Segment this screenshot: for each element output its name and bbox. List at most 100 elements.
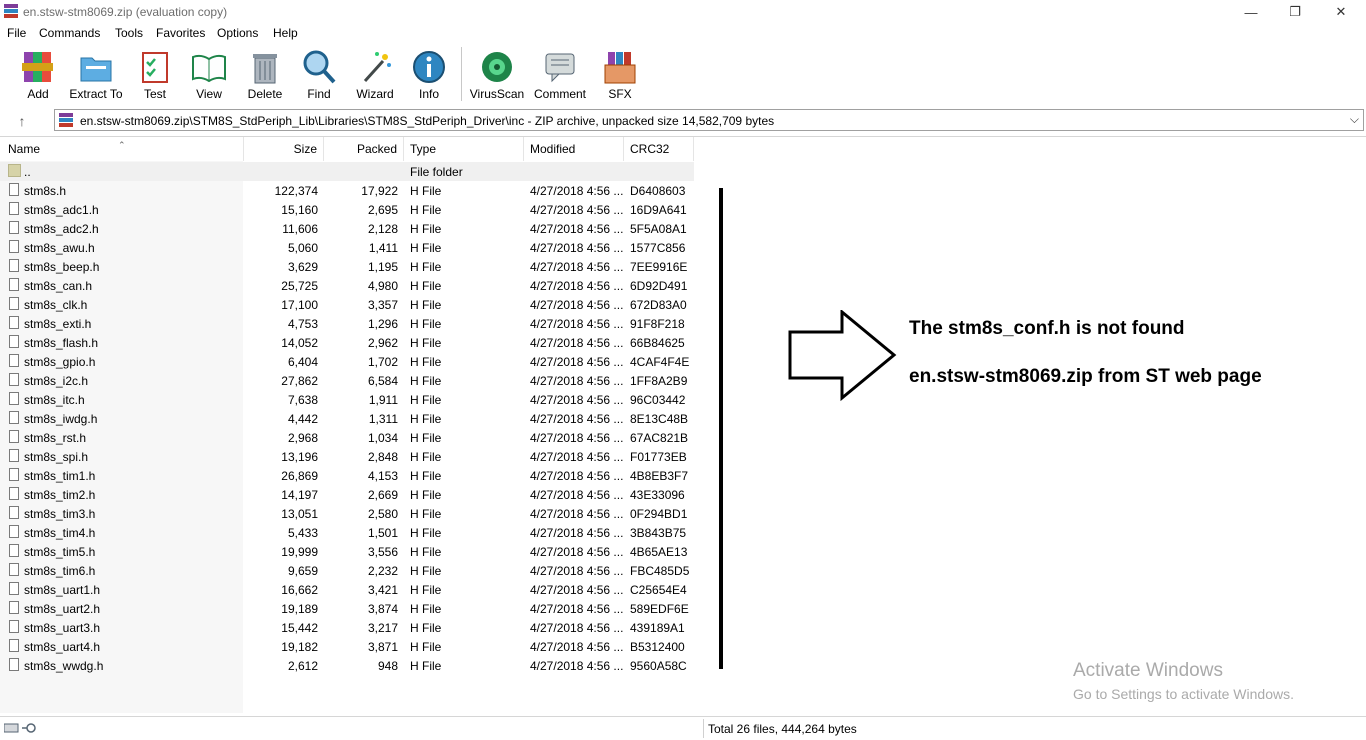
file-row[interactable]: stm8s_tim1.h 26,869 4,153 H File 4/27/2018 4…: [0, 466, 694, 485]
file-row[interactable]: stm8s_uart2.h 19,189 3,874 H File 4/27/2018 …: [0, 599, 694, 618]
file-packed: 1,411: [368, 241, 398, 255]
file-row[interactable]: stm8s_gpio.h 6,404 1,702 H File 4/27/2018 4:…: [0, 352, 694, 371]
sfx-button[interactable]: SFX: [592, 49, 648, 101]
menu-tools[interactable]: Tools: [115, 26, 143, 40]
parent-folder-row[interactable]: .. File folder: [0, 162, 694, 181]
add-archive-icon: [20, 49, 56, 85]
file-row[interactable]: stm8s_tim4.h 5,433 1,501 H File 4/27/2018 4:…: [0, 523, 694, 542]
file-row[interactable]: stm8s_tim2.h 14,197 2,669 H File 4/27/2018 4…: [0, 485, 694, 504]
file-row[interactable]: stm8s_beep.h 3,629 1,195 H File 4/27/2018 4:…: [0, 257, 694, 276]
address-field[interactable]: en.stsw-stm8069.zip\STM8S_StdPeriph_Lib\…: [54, 109, 1364, 131]
file-name: stm8s_rst.h: [24, 431, 87, 445]
file-row[interactable]: stm8s_awu.h 5,060 1,411 H File 4/27/2018 4:5…: [0, 238, 694, 257]
col-modified-header[interactable]: Modified: [524, 137, 624, 161]
file-type: H File: [410, 450, 442, 464]
extract-to-label: Extract To: [69, 87, 123, 101]
col-name-label: Name: [8, 142, 41, 156]
col-name-header[interactable]: Name ⌃: [0, 137, 244, 161]
file-row[interactable]: stm8s_iwdg.h 4,442 1,311 H File 4/27/2018 4:…: [0, 409, 694, 428]
wizard-button[interactable]: Wizard: [347, 49, 403, 101]
drive-key-icon[interactable]: [4, 722, 40, 734]
file-modified: 4/27/2018 4:56 ...: [530, 602, 624, 616]
file-name: stm8s_beep.h: [24, 260, 100, 274]
h-file-icon: [9, 316, 19, 329]
file-size: 5,433: [287, 526, 318, 540]
file-row[interactable]: stm8s_exti.h 4,753 1,296 H File 4/27/2018 4:…: [0, 314, 694, 333]
file-type: H File: [410, 431, 442, 445]
file-row[interactable]: stm8s_wwdg.h 2,612 948 H File 4/27/2018 4:56…: [0, 656, 694, 675]
add-button[interactable]: Add: [10, 49, 66, 101]
sfx-box-icon: [602, 49, 638, 85]
file-row[interactable]: stm8s.h 122,374 17,922 H File 4/27/2018 4:56…: [0, 181, 694, 200]
file-row[interactable]: stm8s_itc.h 7,638 1,911 H File 4/27/2018 4:5…: [0, 390, 694, 409]
file-row[interactable]: stm8s_spi.h 13,196 2,848 H File 4/27/2018 4:…: [0, 447, 694, 466]
delete-button[interactable]: Delete: [237, 49, 293, 101]
file-packed: 2,848: [367, 450, 398, 464]
menu-options[interactable]: Options: [217, 26, 258, 40]
file-modified: 4/27/2018 4:56 ...: [530, 488, 624, 502]
col-size-header[interactable]: Size: [244, 137, 324, 161]
file-crc32: 43E33096: [630, 488, 685, 502]
file-row[interactable]: stm8s_adc2.h 11,606 2,128 H File 4/27/2018 4…: [0, 219, 694, 238]
file-packed: 2,962: [367, 336, 398, 350]
sort-ascending-icon: ⌃: [118, 140, 126, 150]
file-row[interactable]: stm8s_uart1.h 16,662 3,421 H File 4/27/2018 …: [0, 580, 694, 599]
h-file-icon: [9, 278, 19, 291]
file-type: H File: [410, 526, 442, 540]
file-row[interactable]: stm8s_rst.h 2,968 1,034 H File 4/27/2018 4:5…: [0, 428, 694, 447]
test-label: Test: [143, 87, 166, 101]
file-row[interactable]: stm8s_flash.h 14,052 2,962 H File 4/27/2018 …: [0, 333, 694, 352]
extract-to-button[interactable]: Extract To: [68, 49, 124, 101]
virusscan-button[interactable]: VirusScan: [469, 49, 525, 101]
file-crc32: B5312400: [630, 640, 685, 654]
file-packed: 3,556: [367, 545, 398, 559]
h-file-icon: [9, 373, 19, 386]
add-label: Add: [27, 87, 49, 101]
file-row[interactable]: stm8s_uart3.h 15,442 3,217 H File 4/27/2018 …: [0, 618, 694, 637]
view-button[interactable]: View: [181, 49, 237, 101]
file-name: stm8s_uart2.h: [24, 602, 101, 616]
menu-favorites[interactable]: Favorites: [156, 26, 205, 40]
file-crc32: 66B84625: [630, 336, 685, 350]
toolbar: Add Extract To Test View Delete Find Wiz…: [0, 44, 1366, 106]
close-button[interactable]: ✕: [1318, 0, 1364, 24]
menu-commands[interactable]: Commands: [39, 26, 100, 40]
up-arrow-icon[interactable]: ↑: [13, 112, 31, 130]
file-row[interactable]: stm8s_uart4.h 19,182 3,871 H File 4/27/2018 …: [0, 637, 694, 656]
file-name: stm8s_itc.h: [24, 393, 85, 407]
file-name: stm8s_iwdg.h: [24, 412, 98, 426]
delete-label: Delete: [247, 87, 283, 101]
file-size: 5,060: [287, 241, 318, 255]
menu-help[interactable]: Help: [273, 26, 298, 40]
file-row[interactable]: stm8s_i2c.h 27,862 6,584 H File 4/27/2018 4:…: [0, 371, 694, 390]
file-modified: 4/27/2018 4:56 ...: [530, 222, 624, 236]
file-row[interactable]: stm8s_clk.h 17,100 3,357 H File 4/27/2018 4:…: [0, 295, 694, 314]
window-title: en.stsw-stm8069.zip (evaluation copy): [23, 5, 228, 19]
file-name: stm8s_uart3.h: [24, 621, 101, 635]
file-row[interactable]: stm8s_tim5.h 19,999 3,556 H File 4/27/2018 4…: [0, 542, 694, 561]
menu-file[interactable]: File: [7, 26, 26, 40]
file-row[interactable]: stm8s_tim3.h 13,051 2,580 H File 4/27/2018 4…: [0, 504, 694, 523]
comment-button[interactable]: Comment: [532, 49, 588, 101]
col-packed-header[interactable]: Packed: [324, 137, 404, 161]
info-button[interactable]: Info: [401, 49, 457, 101]
minimize-button[interactable]: —: [1228, 0, 1274, 24]
file-modified: 4/27/2018 4:56 ...: [530, 336, 624, 350]
restore-button[interactable]: ❐: [1272, 0, 1318, 24]
file-name: stm8s_spi.h: [24, 450, 89, 464]
comment-label: Comment: [533, 87, 586, 101]
file-type: H File: [410, 222, 442, 236]
file-size: 6,404: [287, 355, 318, 369]
file-row[interactable]: stm8s_tim6.h 9,659 2,232 H File 4/27/2018 4:…: [0, 561, 694, 580]
test-button[interactable]: Test: [127, 49, 183, 101]
file-row[interactable]: stm8s_adc1.h 15,160 2,695 H File 4/27/2018 4…: [0, 200, 694, 219]
col-crc32-header[interactable]: CRC32: [624, 137, 694, 161]
winrar-app-icon[interactable]: [4, 4, 18, 18]
file-crc32: 0F294BD1: [630, 507, 688, 521]
file-row[interactable]: stm8s_can.h 25,725 4,980 H File 4/27/2018 4:…: [0, 276, 694, 295]
file-packed: 2,580: [367, 507, 398, 521]
file-type: H File: [410, 203, 442, 217]
chevron-down-icon[interactable]: ⌵: [1350, 112, 1359, 127]
find-button[interactable]: Find: [291, 49, 347, 101]
col-type-header[interactable]: Type: [404, 137, 524, 161]
